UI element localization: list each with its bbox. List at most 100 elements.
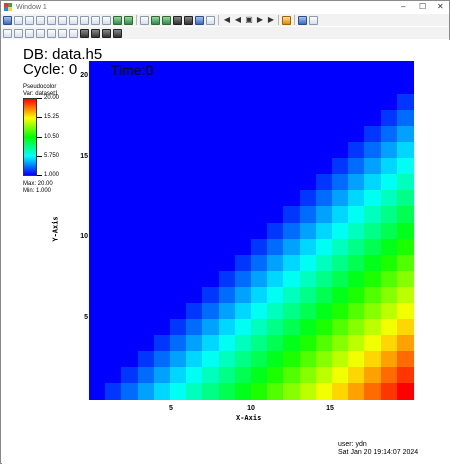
heatmap-cell (251, 93, 268, 110)
redraw-icon[interactable] (195, 15, 204, 25)
delete-icon[interactable] (173, 15, 182, 25)
heatmap-cell (283, 302, 301, 320)
heatmap-cell (153, 366, 171, 384)
heatmap-cell (315, 334, 333, 352)
layout-5-icon[interactable] (102, 15, 111, 25)
heatmap-cell (283, 350, 301, 368)
pick-node-icon[interactable] (47, 28, 56, 38)
heatmap-cell (218, 221, 236, 239)
layout-3-icon[interactable] (80, 15, 89, 25)
layout-2-icon[interactable] (69, 15, 78, 25)
heatmap-cell (218, 93, 236, 110)
cylinder-icon[interactable] (113, 28, 122, 38)
heatmap-cell (153, 302, 171, 320)
heatmap-cell (315, 189, 333, 207)
heatmap-cell (153, 221, 171, 239)
maximize-icon[interactable]: ☐ (419, 2, 426, 12)
pick-icon[interactable] (36, 28, 45, 38)
heatmap-cell (299, 109, 317, 126)
heatmap-cell (153, 157, 171, 175)
heatmap-cell (137, 141, 155, 159)
heatmap-cell (218, 286, 236, 304)
lineout-icon[interactable] (25, 28, 34, 38)
heatmap-cell (332, 238, 349, 255)
plot-icon[interactable] (113, 15, 122, 25)
rewind-icon[interactable]: ◀ (234, 15, 242, 25)
heatmap-cell (153, 382, 171, 400)
heatmap-cell (89, 141, 106, 159)
lock2-icon[interactable] (309, 15, 318, 25)
heatmap-cell (315, 318, 333, 336)
play-icon[interactable]: ▶ (256, 15, 264, 25)
plane-icon[interactable] (80, 28, 89, 38)
clear-icon[interactable] (184, 15, 193, 25)
heatmap-cell (137, 270, 155, 287)
window-icon[interactable] (3, 15, 12, 25)
layout-4-icon[interactable] (91, 15, 100, 25)
lock-icon[interactable] (298, 15, 307, 25)
heatmap-cell (105, 109, 122, 126)
heatmap-cell (251, 382, 268, 400)
first-frame-icon[interactable]: ◀ (223, 15, 231, 25)
save-icon[interactable] (282, 15, 291, 25)
heatmap-cell (234, 334, 252, 352)
heatmap-cell (186, 173, 203, 191)
heatmap-cell (186, 270, 203, 287)
heatmap-cell (234, 254, 252, 271)
heatmap-cell (186, 93, 203, 110)
heatmap-cell (202, 238, 220, 255)
heatmap-cell (396, 221, 414, 239)
heatmap-cell (105, 205, 122, 223)
heatmap-cell (267, 334, 284, 352)
heatmap-cell (348, 318, 365, 336)
minimize-icon[interactable]: – (401, 2, 405, 12)
navigate-icon[interactable] (3, 28, 12, 38)
select-icon[interactable] (14, 15, 23, 25)
line-icon[interactable] (58, 28, 67, 38)
heatmap-cell (364, 205, 382, 223)
copy-plot-icon[interactable] (140, 15, 149, 25)
heatmap-cell (153, 141, 171, 159)
heatmap-cell (396, 238, 414, 255)
zoom-icon[interactable] (14, 28, 23, 38)
new-window-icon[interactable] (25, 15, 34, 25)
heatmap-cell (283, 221, 301, 239)
box-icon[interactable] (102, 28, 111, 38)
draw-icon[interactable] (151, 15, 160, 25)
heatmap-cell (153, 350, 171, 368)
sphere-icon[interactable] (91, 28, 100, 38)
close-icon[interactable]: ✕ (437, 2, 444, 12)
y-tick-label: 5 (84, 314, 88, 321)
frame-icon[interactable] (47, 15, 56, 25)
stop-icon[interactable]: ▣ (245, 15, 253, 25)
heatmap-cell (170, 238, 187, 255)
animation-icon[interactable] (206, 15, 215, 25)
layout-1-icon[interactable] (58, 15, 67, 25)
heatmap-cell (186, 286, 203, 304)
heatmap-cell (332, 61, 349, 78)
heatmap-cell (380, 205, 398, 223)
heatmap-cell (251, 77, 268, 94)
point-icon[interactable] (69, 28, 78, 38)
heatmap-cell (202, 125, 220, 143)
heatmap-cell (170, 109, 187, 126)
toolbar-separator (218, 15, 219, 25)
pseudocolor-plot[interactable] (89, 61, 414, 400)
last-frame-icon[interactable]: ▶ (267, 15, 275, 25)
heatmap-cell (202, 302, 220, 320)
operator-icon[interactable] (124, 15, 133, 25)
hide-icon[interactable] (162, 15, 171, 25)
heatmap-cell (332, 221, 349, 239)
heatmap-cell (218, 61, 236, 78)
heatmap-cell (299, 318, 317, 336)
heatmap-cell (137, 109, 155, 126)
heatmap-cell (170, 270, 187, 287)
copy-icon[interactable] (36, 15, 45, 25)
heatmap-cell (332, 141, 349, 159)
heatmap-cell (137, 189, 155, 207)
heatmap-cell (202, 157, 220, 175)
heatmap-cell (299, 189, 317, 207)
heatmap-cell (202, 189, 220, 207)
heatmap-cell (218, 189, 236, 207)
heatmap-cell (380, 382, 398, 400)
